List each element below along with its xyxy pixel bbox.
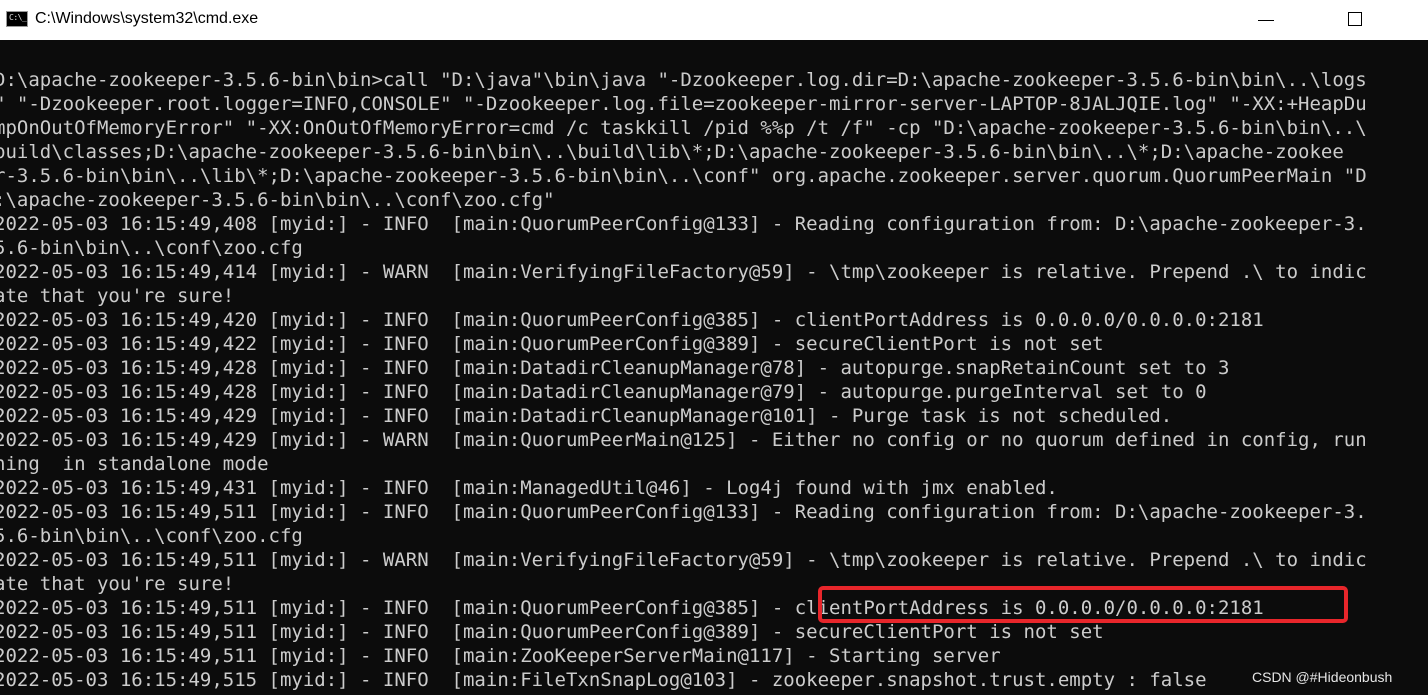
watermark: CSDN @#Hideonbush [1252, 669, 1393, 685]
console-line: 2022-05-03 16:15:49,515 [myid:] - INFO [… [0, 669, 1207, 691]
cmd-icon[interactable]: C:\_ [6, 11, 28, 27]
maximize-button[interactable] [1332, 0, 1378, 40]
window-title: C:\Windows\system32\cmd.exe [35, 10, 259, 27]
console-line: 2022-05-03 16:15:49,431 [myid:] - INFO [… [0, 477, 1058, 499]
console-line: mpOnOutOfMemoryError" "-XX:OnOutOfMemory… [0, 117, 1367, 139]
console-line: 2022-05-03 16:15:49,420 [myid:] - INFO [… [0, 309, 1264, 331]
cmd-icon-text: C:\_ [9, 13, 27, 22]
console-line: build\classes;D:\apache-zookeeper-3.5.6-… [0, 141, 1344, 163]
console-output[interactable]: D:\apache-zookeeper-3.5.6-bin\bin>call "… [0, 40, 1428, 695]
minimize-icon [1258, 20, 1274, 21]
minimize-button[interactable] [1242, 0, 1288, 40]
console-line: 2022-05-03 16:15:49,428 [myid:] - INFO [… [0, 381, 1207, 403]
console-line: 2022-05-03 16:15:49,429 [myid:] - WARN [… [0, 429, 1367, 451]
maximize-icon [1348, 12, 1362, 26]
console-line: 2022-05-03 16:15:49,511 [myid:] - WARN [… [0, 549, 1367, 571]
console-line: :\apache-zookeeper-3.5.6-bin\bin\..\conf… [0, 189, 555, 211]
console-line: 2022-05-03 16:15:49,414 [myid:] - WARN [… [0, 261, 1367, 283]
console-line: ning in standalone mode [0, 453, 269, 475]
console-line: D:\apache-zookeeper-3.5.6-bin\bin>call "… [0, 69, 1367, 91]
console-line: 5.6-bin\bin\..\conf\zoo.cfg [0, 237, 303, 259]
title-bar[interactable]: C:\_ C:\Windows\system32\cmd.exe [0, 0, 1428, 40]
console-line: 2022-05-03 16:15:49,422 [myid:] - INFO [… [0, 333, 1104, 355]
console-line: ate that you're sure! [0, 573, 235, 595]
console-line: 2022-05-03 16:15:49,511 [myid:] - INFO [… [0, 501, 1367, 523]
console-line: 5.6-bin\bin\..\conf\zoo.cfg [0, 525, 303, 547]
console-line: ate that you're sure! [0, 285, 235, 307]
highlight-box [818, 586, 1348, 623]
console-line: 2022-05-03 16:15:49,511 [myid:] - INFO [… [0, 621, 1104, 643]
console-line: " "-Dzookeeper.root.logger=INFO,CONSOLE"… [0, 93, 1367, 115]
console-line: 2022-05-03 16:15:49,429 [myid:] - INFO [… [0, 405, 1173, 427]
console-line: r-3.5.6-bin\bin\..\lib\*;D:\apache-zooke… [0, 165, 1367, 187]
console-line: 2022-05-03 16:15:49,511 [myid:] - INFO [… [0, 645, 1001, 667]
console-line: 2022-05-03 16:15:49,408 [myid:] - INFO [… [0, 213, 1367, 235]
console-line: 2022-05-03 16:15:49,428 [myid:] - INFO [… [0, 357, 1230, 379]
